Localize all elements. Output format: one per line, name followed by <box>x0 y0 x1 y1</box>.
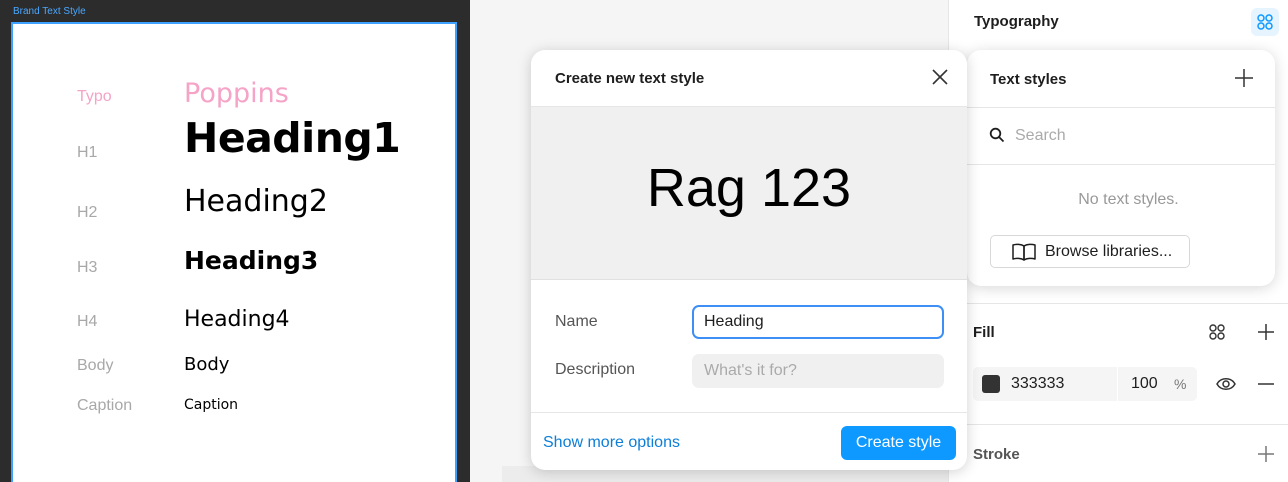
add-stroke-icon[interactable] <box>1255 443 1277 465</box>
popover-divider <box>967 164 1275 165</box>
h4-sample-text[interactable]: Heading4 <box>184 307 290 332</box>
text-styles-popover: Text styles No text styles. Browse libra… <box>967 50 1275 286</box>
caption-label: Caption <box>77 397 133 414</box>
typography-section-title: Typography <box>974 13 1059 30</box>
fill-styles-icon[interactable] <box>1207 322 1227 342</box>
text-styles-title: Text styles <box>990 71 1067 88</box>
add-text-style-icon[interactable] <box>1233 67 1255 89</box>
description-label: Description <box>555 361 636 378</box>
search-input[interactable] <box>1015 122 1255 150</box>
search-icon <box>989 127 1005 143</box>
add-fill-icon[interactable] <box>1255 321 1277 343</box>
design-canvas[interactable]: Brand Text Style Typo Poppins H1 Heading… <box>0 0 470 482</box>
h1-label: H1 <box>77 144 98 161</box>
dialog-title: Create new text style <box>555 70 705 87</box>
text-style-preview: Rag 123 <box>531 107 967 280</box>
remove-fill-icon[interactable] <box>1255 373 1277 395</box>
eye-icon[interactable] <box>1215 374 1237 394</box>
typography-styles-button[interactable] <box>1251 8 1279 36</box>
frame-label[interactable]: Brand Text Style <box>13 6 86 17</box>
body-sample-text[interactable]: Body <box>184 354 229 375</box>
description-input[interactable] <box>692 354 944 388</box>
typo-label: Typo <box>77 88 112 105</box>
empty-state-text: No text styles. <box>1078 191 1179 208</box>
fill-opacity-value[interactable]: 100 <box>1131 375 1158 393</box>
fill-separator <box>1117 367 1118 401</box>
caption-sample-text[interactable]: Caption <box>184 397 238 413</box>
dialog-header: Create new text style <box>531 50 967 107</box>
fill-hex-value[interactable]: 333333 <box>1011 375 1064 393</box>
fill-color-swatch[interactable] <box>982 375 1000 393</box>
body-label: Body <box>77 357 114 374</box>
h2-sample-text[interactable]: Heading2 <box>184 184 328 219</box>
browse-libraries-button[interactable]: Browse libraries... <box>990 235 1190 268</box>
fill-row: 333333 100 % <box>973 367 1197 401</box>
browse-libraries-label: Browse libraries... <box>1045 243 1173 260</box>
stroke-section-title: Stroke <box>973 446 1020 463</box>
close-icon[interactable] <box>929 66 951 88</box>
section-divider <box>949 303 1288 304</box>
typo-font-name: Poppins <box>184 78 289 109</box>
h1-sample-text[interactable]: Heading1 <box>184 114 401 162</box>
selected-frame[interactable]: Typo Poppins H1 Heading1 H2 Heading2 H3 … <box>11 22 457 482</box>
fill-percent-sign: % <box>1174 376 1187 392</box>
h2-label: H2 <box>77 204 98 221</box>
create-text-style-dialog: Create new text style Rag 123 Name Descr… <box>531 50 967 470</box>
name-label: Name <box>555 313 598 330</box>
show-more-options-link[interactable]: Show more options <box>543 434 680 452</box>
h3-label: H3 <box>77 259 98 276</box>
dialog-footer-divider <box>531 412 967 413</box>
create-style-button[interactable]: Create style <box>841 426 956 460</box>
style-grid-icon <box>1257 14 1273 30</box>
h3-sample-text[interactable]: Heading3 <box>184 246 318 275</box>
fill-section-title: Fill <box>973 324 995 341</box>
preview-sample-text: Rag 123 <box>646 158 852 218</box>
section-divider <box>949 424 1288 425</box>
popover-divider <box>967 107 1275 108</box>
book-icon <box>1012 243 1036 261</box>
h4-label: H4 <box>77 313 98 330</box>
style-name-input[interactable] <box>692 305 944 339</box>
